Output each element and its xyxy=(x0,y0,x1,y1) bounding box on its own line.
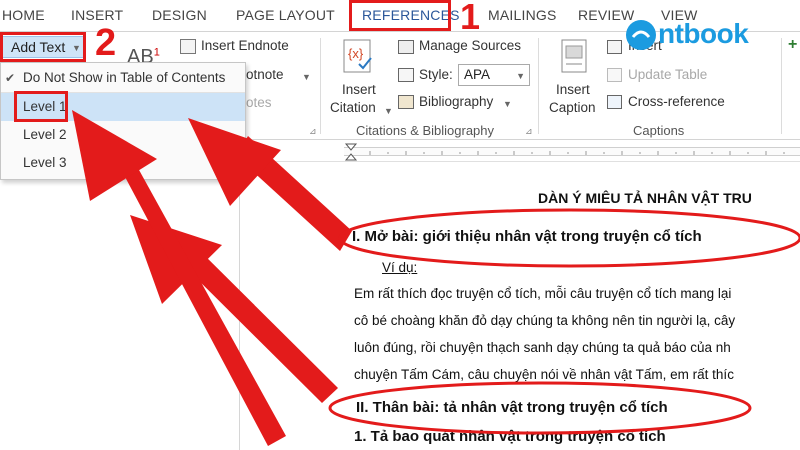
style-icon xyxy=(398,68,414,82)
menu-item-label: Level 3 xyxy=(23,155,67,170)
document-title: DÀN Ý MIÊU TẢ NHÂN VẬT TRU xyxy=(538,190,752,206)
group-divider xyxy=(320,38,321,134)
bibliography-icon xyxy=(398,95,414,109)
table-of-figures-icon xyxy=(607,40,622,54)
chevron-down-icon: ▼ xyxy=(503,99,512,109)
checkmark-icon: ✔ xyxy=(5,71,16,85)
manage-sources-icon xyxy=(398,40,414,54)
insert-endnote-button[interactable]: Insert Endnote xyxy=(201,38,289,53)
body-line: Em rất thích đọc truyện cổ tích, mỗi câu… xyxy=(354,286,732,301)
tab-mailings[interactable]: MAILINGS xyxy=(488,7,557,23)
svg-text:{x}: {x} xyxy=(348,46,364,61)
insert-caption-label-1[interactable]: Insert xyxy=(556,82,590,97)
manage-sources-button[interactable]: Manage Sources xyxy=(419,38,521,53)
insert-citation-label-2[interactable]: Citation xyxy=(330,100,376,115)
insert-caption-label-2[interactable]: Caption xyxy=(549,100,596,115)
step-1-label: 1 xyxy=(460,0,481,37)
heading-2: II. Thân bài: tả nhân vật trong truyện c… xyxy=(356,399,668,416)
style-select[interactable]: APA ▼ xyxy=(458,64,530,86)
plus-icon[interactable]: + xyxy=(788,36,797,54)
cross-reference-icon xyxy=(607,95,622,109)
menu-item-do-not-show[interactable]: ✔ Do Not Show in Table of Contents xyxy=(1,64,245,92)
tab-page-layout[interactable]: PAGE LAYOUT xyxy=(236,7,335,23)
citations-group-label: Citations & Bibliography xyxy=(356,123,495,138)
navigation-pane xyxy=(0,140,240,450)
cross-reference-button[interactable]: Cross-reference xyxy=(628,94,725,109)
indent-marker-icon[interactable] xyxy=(344,142,358,162)
menu-item-level-3[interactable]: Level 3 xyxy=(1,149,245,177)
dialog-launcher-icon[interactable]: ⊿ xyxy=(309,126,317,137)
add-text-highlight-box xyxy=(0,32,86,62)
horizontal-ruler xyxy=(240,140,800,162)
step-2-label: 2 xyxy=(95,22,117,64)
update-table-button[interactable]: Update Table xyxy=(628,67,707,82)
tab-insert[interactable]: INSERT xyxy=(71,7,123,23)
ntbook-logo: ntbook xyxy=(624,18,784,58)
ruler-ticks xyxy=(369,151,785,155)
logo-text: ntbook xyxy=(658,18,749,49)
insert-citation-label-1[interactable]: Insert xyxy=(342,82,376,97)
heading-1: I. Mở bài: giới thiệu nhân vật trong tru… xyxy=(352,228,702,245)
captions-group-label: Captions xyxy=(633,123,685,138)
logo-badge-icon xyxy=(626,20,656,50)
body-line: cô bé choàng khăn đỏ dạy chúng ta không … xyxy=(354,313,736,328)
chevron-down-icon: ▼ xyxy=(302,72,311,82)
group-divider xyxy=(538,38,539,134)
menu-item-label: Do Not Show in Table of Contents xyxy=(23,70,226,85)
tab-home[interactable]: HOME xyxy=(2,7,45,23)
update-table-icon xyxy=(607,68,622,82)
show-notes-button[interactable]: otes xyxy=(246,95,272,110)
tab-design[interactable]: DESIGN xyxy=(152,7,207,23)
next-footnote-button[interactable]: otnote xyxy=(246,67,284,82)
chevron-down-icon: ▼ xyxy=(516,71,525,81)
style-value: APA xyxy=(464,67,491,82)
bibliography-button[interactable]: Bibliography xyxy=(419,94,493,109)
menu-item-level-2[interactable]: Level 2 xyxy=(1,121,245,149)
body-line: luôn đúng, rồi chuyện thạch sanh dạy chú… xyxy=(354,340,731,355)
dialog-launcher-icon[interactable]: ⊿ xyxy=(525,126,533,137)
references-highlight-box xyxy=(349,0,451,31)
insert-citation-icon: {x} xyxy=(343,39,372,73)
menu-item-label: Level 2 xyxy=(23,127,67,142)
document-page[interactable]: DÀN Ý MIÊU TẢ NHÂN VẬT TRU I. Mở bài: gi… xyxy=(240,162,800,450)
insert-caption-icon xyxy=(561,39,587,73)
example-label: Ví dụ: xyxy=(382,260,418,275)
level-1-highlight-box xyxy=(14,91,68,122)
body-line: chuyện Tấm Cám, câu chuyện nói về nhân v… xyxy=(354,367,734,382)
style-label: Style: xyxy=(419,67,453,82)
subheading: 1. Tả bao quát nhân vật trong truyện cổ … xyxy=(354,428,666,445)
insert-endnote-icon xyxy=(180,39,196,54)
chevron-down-icon: ▼ xyxy=(384,106,393,116)
